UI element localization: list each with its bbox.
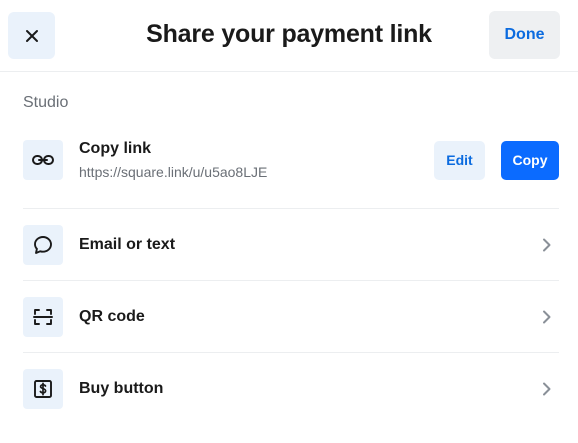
link-icon-box	[23, 140, 63, 180]
copy-link-row: Copy link https://square.link/u/u5ao8LJE…	[23, 140, 559, 180]
option-row-buy-button[interactable]: Buy button	[23, 369, 559, 409]
copy-link-text: Copy link https://square.link/u/u5ao8LJE	[79, 140, 434, 180]
option-label: QR code	[79, 308, 145, 325]
payment-link-url: https://square.link/u/u5ao8LJE	[79, 164, 268, 180]
divider	[23, 352, 559, 353]
option-row-qr-code[interactable]: QR code	[23, 297, 559, 337]
qr-icon-box	[23, 297, 63, 337]
chevron-right-icon	[541, 310, 553, 324]
link-icon	[32, 155, 54, 165]
section-label: Studio	[23, 94, 69, 111]
option-label: Buy button	[79, 380, 164, 397]
option-text: Buy button	[79, 380, 541, 398]
done-button[interactable]: Done	[489, 11, 560, 59]
dollar-icon-box	[23, 369, 63, 409]
divider	[23, 280, 559, 281]
chevron-right-icon	[541, 238, 553, 252]
option-text: Email or text	[79, 236, 541, 254]
divider	[23, 208, 559, 209]
copy-link-title: Copy link	[79, 140, 152, 157]
chat-bubble-icon	[34, 236, 52, 254]
dollar-button-icon	[34, 380, 52, 398]
qr-scan-icon	[33, 309, 53, 325]
option-text: QR code	[79, 308, 541, 326]
option-row-email-or-text[interactable]: Email or text	[23, 225, 559, 265]
option-label: Email or text	[79, 236, 176, 253]
copy-button[interactable]: Copy	[501, 140, 559, 180]
chat-icon-box	[23, 225, 63, 265]
header: Share your payment link Done	[0, 0, 578, 72]
chevron-right-icon	[541, 382, 553, 396]
edit-button[interactable]: Edit	[434, 140, 485, 180]
